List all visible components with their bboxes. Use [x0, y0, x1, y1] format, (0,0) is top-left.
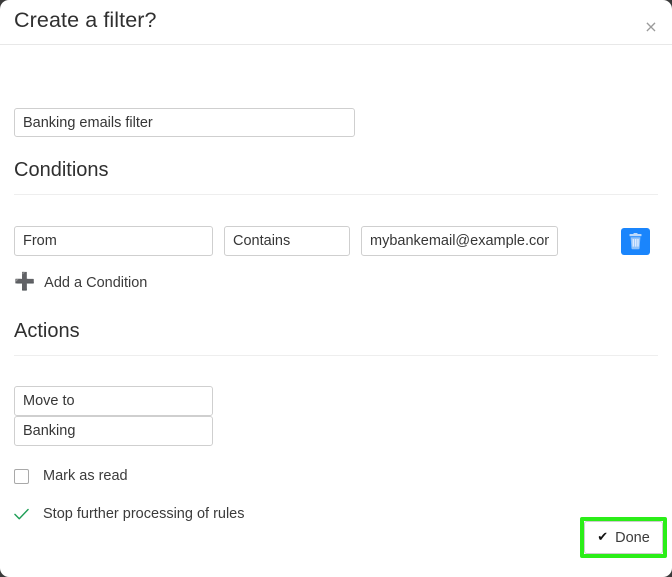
conditions-divider: [14, 194, 658, 195]
condition-operator-input[interactable]: [224, 226, 350, 256]
done-button[interactable]: ✔ Done: [584, 521, 663, 554]
page-title: Create a filter?: [14, 8, 157, 33]
actions-heading: Actions: [14, 320, 80, 343]
checkbox-stop-further-processing[interactable]: Stop further processing of rules: [14, 506, 245, 522]
add-condition-label: Add a Condition: [44, 275, 147, 291]
add-condition-button[interactable]: ➕ Add a Condition: [14, 274, 147, 291]
plus-icon: ➕: [14, 274, 35, 291]
check-green-icon[interactable]: [14, 507, 29, 522]
conditions-heading: Conditions: [14, 159, 109, 182]
filter-name-input[interactable]: [14, 108, 355, 137]
create-filter-dialog: Create a filter? × Conditions: [0, 0, 672, 577]
condition-row: [0, 226, 672, 256]
checkbox-mark-as-read-label: Mark as read: [43, 468, 128, 484]
dialog-header: Create a filter? ×: [0, 0, 672, 45]
actions-divider: [14, 355, 658, 356]
done-button-highlight: ✔ Done: [580, 517, 667, 558]
checkbox-mark-as-read[interactable]: Mark as read: [14, 468, 128, 484]
condition-field-input[interactable]: [14, 226, 213, 256]
trash-icon: [628, 233, 643, 250]
done-button-label: Done: [615, 530, 650, 546]
checkbox-empty-icon[interactable]: [14, 469, 29, 484]
check-icon: ✔: [597, 531, 608, 544]
condition-value-input[interactable]: [361, 226, 558, 256]
checkbox-stop-further-processing-label: Stop further processing of rules: [43, 506, 245, 522]
action-type-input[interactable]: [14, 386, 213, 416]
action-target-input[interactable]: [14, 416, 213, 446]
close-icon[interactable]: ×: [642, 18, 660, 36]
delete-condition-button[interactable]: [621, 228, 650, 255]
